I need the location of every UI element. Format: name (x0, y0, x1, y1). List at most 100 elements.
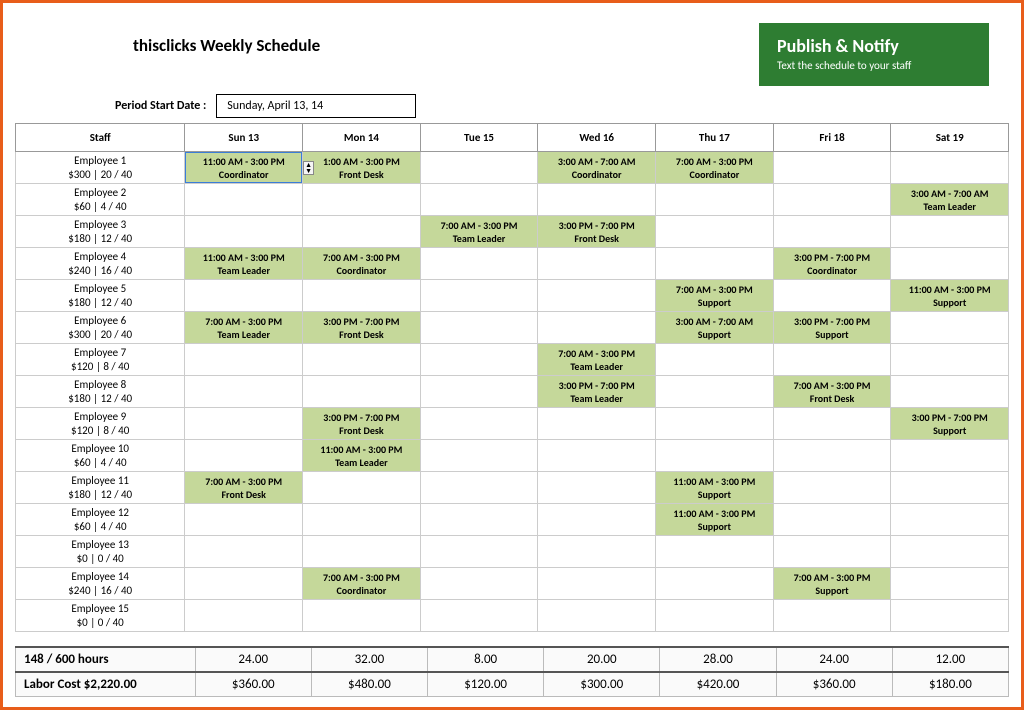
schedule-cell[interactable] (420, 280, 538, 312)
shift-block[interactable]: 3:00 AM - 7:00 AMSupport (656, 312, 773, 343)
schedule-cell[interactable] (185, 440, 303, 472)
schedule-cell[interactable] (420, 600, 538, 632)
schedule-cell[interactable]: 3:00 PM - 7:00 PMFront Desk (303, 408, 421, 440)
schedule-cell[interactable] (420, 376, 538, 408)
shift-block[interactable]: 3:00 PM - 7:00 PMFront Desk (538, 216, 655, 247)
schedule-cell[interactable] (891, 376, 1009, 408)
schedule-cell[interactable] (773, 408, 891, 440)
schedule-cell[interactable]: 11:00 AM - 3:00 PMCoordinator▲▼ (185, 152, 303, 184)
schedule-cell[interactable]: 1:00 AM - 3:00 PMFront Desk (303, 152, 421, 184)
shift-block[interactable]: 11:00 AM - 3:00 PMTeam Leader (185, 248, 302, 279)
schedule-cell[interactable] (303, 344, 421, 376)
schedule-cell[interactable]: 7:00 AM - 3:00 PMTeam Leader (185, 312, 303, 344)
schedule-cell[interactable] (185, 568, 303, 600)
schedule-cell[interactable] (185, 536, 303, 568)
shift-block[interactable]: 7:00 AM - 3:00 PMSupport (774, 568, 891, 599)
shift-block[interactable]: 3:00 AM - 7:00 AMTeam Leader (891, 184, 1008, 215)
schedule-cell[interactable]: 7:00 AM - 3:00 PMSupport (773, 568, 891, 600)
schedule-cell[interactable] (656, 568, 774, 600)
schedule-cell[interactable] (656, 344, 774, 376)
schedule-cell[interactable] (185, 184, 303, 216)
schedule-cell[interactable] (420, 248, 538, 280)
shift-block[interactable]: 7:00 AM - 3:00 PMTeam Leader (185, 312, 302, 343)
schedule-cell[interactable] (773, 472, 891, 504)
schedule-cell[interactable] (773, 536, 891, 568)
cell-stepper-icon[interactable]: ▲▼ (303, 161, 314, 175)
schedule-cell[interactable] (656, 184, 774, 216)
schedule-cell[interactable] (773, 216, 891, 248)
schedule-cell[interactable] (420, 312, 538, 344)
shift-block[interactable]: 3:00 PM - 7:00 PMSupport (891, 408, 1008, 439)
schedule-cell[interactable] (656, 408, 774, 440)
schedule-cell[interactable]: 11:00 AM - 3:00 PMSupport (656, 472, 774, 504)
schedule-cell[interactable] (891, 248, 1009, 280)
schedule-cell[interactable] (420, 504, 538, 536)
schedule-cell[interactable]: 7:00 AM - 3:00 PMCoordinator (303, 568, 421, 600)
shift-block[interactable]: 7:00 AM - 3:00 PMTeam Leader (538, 344, 655, 375)
shift-block[interactable]: 7:00 AM - 3:00 PMSupport (656, 280, 773, 311)
schedule-cell[interactable]: 3:00 AM - 7:00 AMTeam Leader (891, 184, 1009, 216)
schedule-cell[interactable] (303, 504, 421, 536)
shift-block[interactable]: 1:00 AM - 3:00 PMFront Desk (303, 152, 420, 183)
shift-block[interactable]: 11:00 AM - 3:00 PMSupport (891, 280, 1008, 311)
schedule-cell[interactable]: 3:00 PM - 7:00 PMTeam Leader (538, 376, 656, 408)
schedule-cell[interactable]: 3:00 AM - 7:00 AMSupport (656, 312, 774, 344)
shift-block[interactable]: 3:00 PM - 7:00 PMTeam Leader (538, 376, 655, 407)
schedule-cell[interactable] (891, 152, 1009, 184)
schedule-cell[interactable] (538, 440, 656, 472)
shift-block[interactable]: 7:00 AM - 3:00 PMCoordinator (303, 568, 420, 599)
schedule-cell[interactable] (773, 344, 891, 376)
schedule-cell[interactable] (891, 472, 1009, 504)
schedule-cell[interactable] (891, 312, 1009, 344)
schedule-cell[interactable]: 7:00 AM - 3:00 PMSupport (656, 280, 774, 312)
shift-block[interactable]: 7:00 AM - 3:00 PMTeam Leader (421, 216, 538, 247)
schedule-cell[interactable] (773, 504, 891, 536)
schedule-cell[interactable]: 3:00 PM - 7:00 PMCoordinator (773, 248, 891, 280)
schedule-cell[interactable]: 11:00 AM - 3:00 PMTeam Leader (303, 440, 421, 472)
shift-block[interactable]: 7:00 AM - 3:00 PMCoordinator (656, 152, 773, 183)
schedule-cell[interactable]: 7:00 AM - 3:00 PMCoordinator (303, 248, 421, 280)
schedule-cell[interactable] (185, 408, 303, 440)
schedule-cell[interactable] (420, 408, 538, 440)
schedule-cell[interactable] (656, 440, 774, 472)
schedule-cell[interactable]: 3:00 AM - 7:00 AMCoordinator (538, 152, 656, 184)
schedule-cell[interactable] (891, 568, 1009, 600)
schedule-cell[interactable]: 3:00 PM - 7:00 PMSupport (891, 408, 1009, 440)
schedule-cell[interactable]: 7:00 AM - 3:00 PMCoordinator (656, 152, 774, 184)
schedule-cell[interactable] (656, 536, 774, 568)
schedule-cell[interactable] (656, 376, 774, 408)
schedule-cell[interactable] (538, 504, 656, 536)
schedule-cell[interactable] (185, 216, 303, 248)
schedule-cell[interactable]: 7:00 AM - 3:00 PMFront Desk (185, 472, 303, 504)
shift-block[interactable]: 11:00 AM - 3:00 PMCoordinator▲▼ (185, 152, 302, 183)
publish-notify-button[interactable]: Publish & Notify Text the schedule to yo… (759, 23, 989, 86)
schedule-cell[interactable] (538, 472, 656, 504)
shift-block[interactable]: 11:00 AM - 3:00 PMSupport (656, 504, 773, 535)
schedule-cell[interactable] (185, 344, 303, 376)
schedule-cell[interactable] (891, 600, 1009, 632)
schedule-cell[interactable] (303, 600, 421, 632)
schedule-cell[interactable] (891, 440, 1009, 472)
schedule-cell[interactable] (891, 504, 1009, 536)
schedule-cell[interactable] (420, 440, 538, 472)
shift-block[interactable]: 3:00 PM - 7:00 PMFront Desk (303, 408, 420, 439)
schedule-cell[interactable] (303, 376, 421, 408)
schedule-cell[interactable] (891, 216, 1009, 248)
schedule-cell[interactable] (538, 184, 656, 216)
schedule-cell[interactable] (185, 280, 303, 312)
schedule-cell[interactable] (538, 536, 656, 568)
schedule-cell[interactable] (656, 216, 774, 248)
schedule-cell[interactable] (773, 600, 891, 632)
schedule-cell[interactable] (303, 184, 421, 216)
schedule-cell[interactable] (420, 184, 538, 216)
schedule-cell[interactable] (420, 568, 538, 600)
schedule-cell[interactable] (773, 152, 891, 184)
schedule-cell[interactable] (185, 600, 303, 632)
schedule-cell[interactable] (773, 440, 891, 472)
schedule-cell[interactable]: 11:00 AM - 3:00 PMSupport (891, 280, 1009, 312)
shift-block[interactable]: 3:00 PM - 7:00 PMSupport (774, 312, 891, 343)
schedule-cell[interactable] (891, 344, 1009, 376)
schedule-cell[interactable] (185, 376, 303, 408)
shift-block[interactable]: 7:00 AM - 3:00 PMFront Desk (185, 472, 302, 503)
schedule-cell[interactable]: 3:00 PM - 7:00 PMSupport (773, 312, 891, 344)
